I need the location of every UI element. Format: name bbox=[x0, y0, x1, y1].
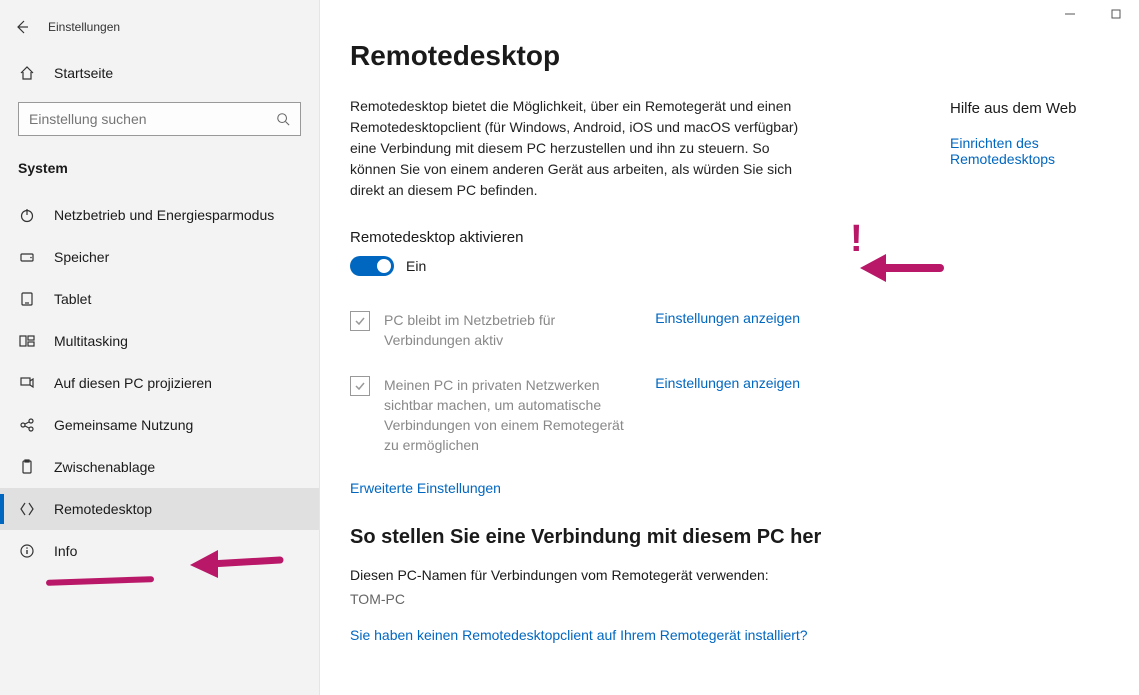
enable-label: Remotedesktop aktivieren bbox=[350, 229, 890, 246]
pc-name: TOM-PC bbox=[350, 591, 890, 607]
sidebar-item-project[interactable]: Auf diesen PC projizieren bbox=[0, 362, 319, 404]
app-title: Einstellungen bbox=[48, 20, 120, 34]
option-discoverable-text: Meinen PC in privaten Netzwerken sichtba… bbox=[384, 375, 641, 456]
multitasking-icon bbox=[18, 332, 36, 350]
search-icon bbox=[276, 112, 290, 126]
page-title: Remotedesktop bbox=[350, 40, 890, 72]
main: Remotedesktop Remotedesktop bietet die M… bbox=[320, 0, 1139, 695]
content: Remotedesktop Remotedesktop bietet die M… bbox=[350, 40, 890, 695]
page-description: Remotedesktop bietet die Möglichkeit, üb… bbox=[350, 96, 810, 201]
sidebar-item-storage[interactable]: Speicher bbox=[0, 236, 319, 278]
info-icon bbox=[18, 542, 36, 560]
advanced-settings-link[interactable]: Erweiterte Einstellungen bbox=[350, 480, 890, 496]
power-icon bbox=[18, 206, 36, 224]
remotedesktop-icon bbox=[18, 500, 36, 518]
sidebar-home[interactable]: Startseite bbox=[0, 52, 319, 94]
sidebar-item-label: Netzbetrieb und Energiesparmodus bbox=[54, 207, 274, 223]
titlebar: Einstellungen bbox=[0, 8, 319, 52]
minimize-button[interactable] bbox=[1047, 0, 1093, 28]
sidebar-item-power[interactable]: Netzbetrieb und Energiesparmodus bbox=[0, 194, 319, 236]
tablet-icon bbox=[18, 290, 36, 308]
annotation-underline bbox=[46, 576, 154, 586]
sidebar-item-label: Zwischenablage bbox=[54, 459, 155, 475]
sidebar-item-label: Remotedesktop bbox=[54, 501, 152, 517]
pc-name-label: Diesen PC-Namen für Verbindungen vom Rem… bbox=[350, 567, 890, 583]
project-icon bbox=[18, 374, 36, 392]
sidebar-item-label: Auf diesen PC projizieren bbox=[54, 375, 212, 391]
option-discoverable-link[interactable]: Einstellungen anzeigen bbox=[655, 375, 800, 391]
help-link-setup[interactable]: Einrichten des Remotedesktops bbox=[950, 135, 1099, 167]
sidebar-nav-list: Netzbetrieb und Energiesparmodus Speiche… bbox=[0, 194, 319, 572]
back-button[interactable] bbox=[0, 12, 44, 42]
sidebar-home-label: Startseite bbox=[54, 65, 113, 81]
home-icon bbox=[18, 64, 36, 82]
option-keep-awake-row: PC bleibt im Netzbetrieb für Verbindunge… bbox=[350, 310, 800, 351]
checkbox-discoverable[interactable] bbox=[350, 376, 370, 396]
toggle-state: Ein bbox=[406, 258, 426, 274]
noclient-link[interactable]: Sie haben keinen Remotedesktopclient auf… bbox=[350, 627, 890, 643]
sidebar-item-multitasking[interactable]: Multitasking bbox=[0, 320, 319, 362]
option-keep-awake-text: PC bleibt im Netzbetrieb für Verbindunge… bbox=[384, 310, 641, 351]
search-box[interactable] bbox=[18, 102, 301, 136]
clipboard-icon bbox=[18, 458, 36, 476]
sidebar-item-remotedesktop[interactable]: Remotedesktop bbox=[0, 488, 319, 530]
search-input[interactable] bbox=[29, 111, 268, 127]
sidebar-item-sharing[interactable]: Gemeinsame Nutzung bbox=[0, 404, 319, 446]
help-title: Hilfe aus dem Web bbox=[950, 100, 1099, 117]
window-controls bbox=[1047, 0, 1139, 28]
storage-icon bbox=[18, 248, 36, 266]
enable-toggle[interactable] bbox=[350, 256, 394, 276]
connect-heading: So stellen Sie eine Verbindung mit diese… bbox=[350, 526, 890, 549]
option-keep-awake-link[interactable]: Einstellungen anzeigen bbox=[655, 310, 800, 326]
sidebar-item-label: Info bbox=[54, 543, 77, 559]
sidebar-item-label: Tablet bbox=[54, 291, 91, 307]
sidebar: Einstellungen Startseite System Netzbetr… bbox=[0, 0, 320, 695]
sidebar-item-tablet[interactable]: Tablet bbox=[0, 278, 319, 320]
help-pane: Hilfe aus dem Web Einrichten des Remoted… bbox=[950, 40, 1099, 695]
sidebar-item-label: Speicher bbox=[54, 249, 109, 265]
checkbox-keep-awake[interactable] bbox=[350, 311, 370, 331]
maximize-button[interactable] bbox=[1093, 0, 1139, 28]
sidebar-section-header: System bbox=[0, 150, 319, 194]
toggle-row: Ein bbox=[350, 256, 890, 276]
sidebar-item-info[interactable]: Info bbox=[0, 530, 319, 572]
sidebar-item-label: Gemeinsame Nutzung bbox=[54, 417, 193, 433]
option-discoverable-row: Meinen PC in privaten Netzwerken sichtba… bbox=[350, 375, 800, 456]
share-icon bbox=[18, 416, 36, 434]
sidebar-item-label: Multitasking bbox=[54, 333, 128, 349]
sidebar-item-clipboard[interactable]: Zwischenablage bbox=[0, 446, 319, 488]
